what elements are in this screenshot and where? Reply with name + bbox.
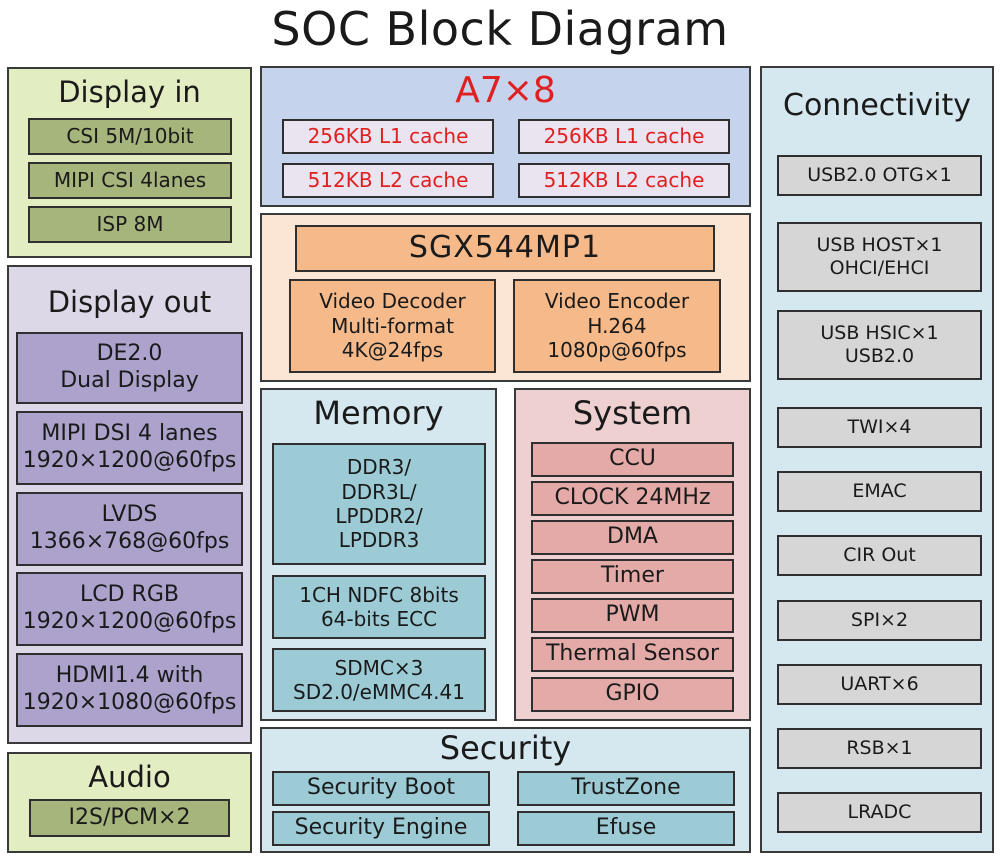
system-dma: DMA [531, 520, 734, 555]
diagram-title: SOC Block Diagram [271, 2, 729, 56]
system-pwm: PWM [531, 598, 734, 633]
conn-uart: UART×6 [777, 664, 982, 705]
conn-emac: EMAC [777, 471, 982, 512]
cpu-l1-cache-1: 256KB L1 cache [282, 119, 494, 154]
cpu-l2-cache-1: 512KB L2 cache [282, 163, 494, 198]
gpu-sgx544mp1: SGX544MP1 [295, 225, 715, 272]
security-title: Security [439, 729, 572, 767]
security-efuse: Efuse [517, 811, 735, 846]
conn-twi: TWI×4 [777, 407, 982, 448]
cpu-title: A7×8 [455, 70, 556, 111]
conn-usb-hsic: USB HSIC×1 USB2.0 [777, 310, 982, 380]
conn-cir-out: CIR Out [777, 535, 982, 576]
conn-lradc: LRADC [777, 792, 982, 833]
memory-ndfc: 1CH NDFC 8bits 64-bits ECC [272, 575, 486, 639]
conn-usb-host: USB HOST×1 OHCI/EHCI [777, 222, 982, 292]
connectivity-title: Connectivity [783, 88, 971, 123]
system-ccu: CCU [531, 442, 734, 477]
system-thermal-sensor: Thermal Sensor [531, 637, 734, 672]
display-out-lcd-rgb: LCD RGB 1920×1200@60fps [16, 572, 243, 646]
video-encoder: Video Encoder H.264 1080p@60fps [513, 279, 721, 373]
conn-usb-otg: USB2.0 OTG×1 [777, 155, 982, 196]
system-title: System [572, 394, 693, 432]
video-decoder: Video Decoder Multi-format 4K@24fps [289, 279, 496, 373]
security-trustzone: TrustZone [517, 771, 735, 806]
display-in-csi: CSI 5M/10bit [28, 118, 232, 155]
audio-i2s-pcm: I2S/PCM×2 [29, 799, 230, 837]
display-out-de: DE2.0 Dual Display [16, 332, 243, 404]
display-in-title: Display in [58, 75, 201, 109]
system-gpio: GPIO [531, 677, 734, 712]
display-out-hdmi: HDMI1.4 with 1920×1080@60fps [16, 653, 243, 727]
display-in-isp: ISP 8M [28, 206, 232, 243]
memory-ddr: DDR3/ DDR3L/ LPDDR2/ LPDDR3 [272, 443, 486, 565]
cpu-l1-cache-2: 256KB L1 cache [518, 119, 730, 154]
system-clock: CLOCK 24MHz [531, 481, 734, 516]
security-boot: Security Boot [272, 771, 490, 806]
conn-rsb: RSB×1 [777, 728, 982, 769]
display-in-mipi-csi: MIPI CSI 4lanes [28, 162, 232, 199]
display-out-title: Display out [47, 285, 212, 319]
display-out-mipi-dsi: MIPI DSI 4 lanes 1920×1200@60fps [16, 411, 243, 485]
audio-title: Audio [88, 760, 171, 794]
cpu-l2-cache-2: 512KB L2 cache [518, 163, 730, 198]
security-engine: Security Engine [272, 811, 490, 846]
memory-title: Memory [313, 394, 444, 432]
conn-spi: SPI×2 [777, 600, 982, 641]
system-timer: Timer [531, 559, 734, 594]
display-out-lvds: LVDS 1366×768@60fps [16, 492, 243, 566]
memory-sdmc: SDMC×3 SD2.0/eMMC4.41 [272, 648, 486, 712]
